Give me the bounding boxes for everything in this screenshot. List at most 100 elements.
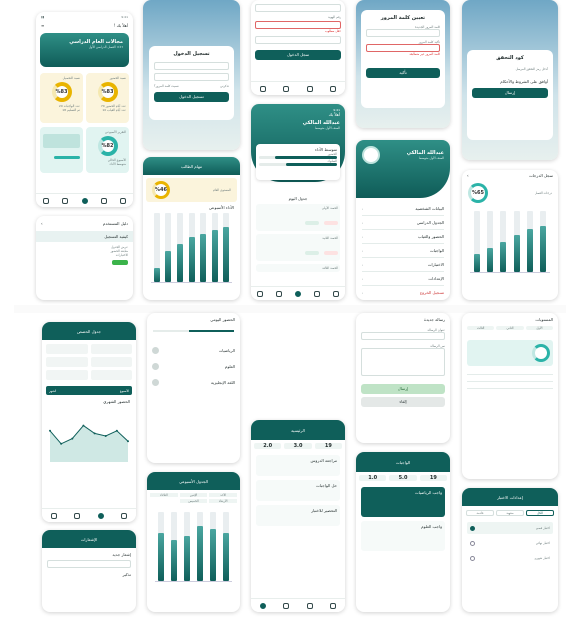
- notification-item[interactable]: إشعار جديد: [47, 552, 131, 557]
- filter-cell[interactable]: [46, 370, 88, 380]
- tab-done[interactable]: منتهية: [496, 510, 524, 516]
- login-panel: تسجيل الدخول تذكرني نسيت كلمة المرور؟ تس…: [149, 46, 234, 120]
- stat-box-attendance[interactable]: نسبة الحضور %83 عدد أيام الحضور 70 عدد أ…: [86, 73, 129, 123]
- error-input[interactable]: [255, 21, 341, 29]
- bar: [171, 539, 178, 581]
- menu-item[interactable]: الاختبارات ›: [362, 258, 444, 271]
- reset-password-screen: تعيين كلمة المرور كلمة المرور الجديدة تأ…: [356, 0, 450, 128]
- profile-icon[interactable]: [42, 197, 49, 204]
- task-item[interactable]: مراجعة الدروس: [256, 455, 340, 476]
- tab-upcoming[interactable]: قادمة: [466, 510, 494, 516]
- remember-label[interactable]: تذكرني: [220, 84, 229, 88]
- calendar-icon[interactable]: [313, 290, 320, 297]
- home-icon[interactable]: [121, 512, 128, 519]
- stat-box-weekly[interactable]: التقرير الأسبوعي %82 الأسبوع الحالي متوس…: [86, 127, 129, 173]
- calendar-icon[interactable]: [306, 602, 313, 609]
- back-icon[interactable]: ›: [467, 173, 469, 178]
- id-input[interactable]: [154, 62, 229, 70]
- filter-cell[interactable]: [46, 344, 88, 354]
- chat-icon[interactable]: [283, 602, 290, 609]
- day-cell[interactable]: الخميس: [179, 499, 208, 503]
- menu-item[interactable]: الإعدادات ›: [362, 272, 444, 285]
- cancel-button[interactable]: إلغاء: [361, 397, 445, 407]
- level-tab[interactable]: الأول: [525, 326, 553, 330]
- schedule-item[interactable]: الحصة الثانية: [256, 234, 340, 261]
- tab-month[interactable]: الشهر: [49, 389, 56, 393]
- confirm-pass-input[interactable]: [366, 44, 440, 52]
- input-field-2[interactable]: [255, 36, 341, 44]
- home-icon[interactable]: [332, 290, 339, 297]
- attendance-row[interactable]: العلوم: [152, 358, 235, 374]
- login-title: تسجيل الدخول: [173, 51, 210, 57]
- calendar-icon[interactable]: [100, 197, 107, 204]
- chat-icon[interactable]: [62, 197, 69, 204]
- profile-class: الصف الأول متوسط: [419, 156, 444, 160]
- day-cell[interactable]: الإثنين: [179, 493, 208, 497]
- body-input[interactable]: [361, 348, 445, 376]
- subject-input[interactable]: [361, 332, 445, 340]
- tab-week[interactable]: الأسبوع: [120, 389, 129, 393]
- menu-icon[interactable]: ≡: [41, 23, 44, 28]
- schedule-item[interactable]: الحصة الأولى: [256, 204, 340, 231]
- radio-icon: [470, 555, 475, 561]
- profile-icon[interactable]: [257, 290, 264, 297]
- calendar-icon[interactable]: [306, 85, 313, 92]
- homework-title: الواجبات: [395, 459, 411, 465]
- new-pass-input[interactable]: [366, 29, 440, 37]
- homework-item[interactable]: واجب الرياضيات: [361, 487, 445, 517]
- center-icon[interactable]: [259, 602, 266, 609]
- center-icon[interactable]: [97, 512, 104, 519]
- homework-item[interactable]: واجب العلوم: [361, 521, 445, 551]
- profile-icon[interactable]: [50, 512, 57, 519]
- option-row[interactable]: اختبار شهري: [467, 552, 553, 564]
- filter-cell[interactable]: [90, 357, 132, 367]
- logout-item[interactable]: تسجيل الخروج ›: [362, 286, 444, 299]
- center-icon[interactable]: [81, 197, 88, 204]
- send-button[interactable]: إرسال: [472, 88, 548, 98]
- confirm-button[interactable]: تأكيد: [366, 68, 440, 78]
- send-button[interactable]: إرسال: [361, 384, 445, 394]
- guide-item[interactable]: الاختبارات: [41, 253, 128, 257]
- guide-section[interactable]: كيفية التسجيل: [36, 231, 133, 242]
- day-cell[interactable]: الأحد: [209, 493, 237, 497]
- filter-cell[interactable]: [90, 344, 132, 354]
- level-tab[interactable]: الثالث: [467, 326, 495, 330]
- attendance-row[interactable]: الرياضيات: [152, 342, 235, 358]
- password-input[interactable]: [154, 73, 229, 81]
- menu-item[interactable]: الجدول الدراسي ›: [362, 216, 444, 229]
- filter-cell[interactable]: [46, 357, 88, 367]
- chat-icon[interactable]: [276, 290, 283, 297]
- day-cell[interactable]: الأربعاء: [209, 499, 237, 503]
- schedule-item[interactable]: الحصة الثالثة: [256, 264, 340, 272]
- task-item[interactable]: التحضير للاختبار: [256, 505, 340, 526]
- level-tab[interactable]: الثاني: [496, 326, 524, 330]
- menu-item[interactable]: الحضور والغياب ›: [362, 230, 444, 243]
- stat-box-achievement[interactable]: نسبة التحصيل %83 عدد الواجبات 20 تم التس…: [40, 73, 83, 123]
- grades-title: سجل الدرجات: [528, 173, 553, 178]
- forgot-link[interactable]: نسيت كلمة المرور؟: [154, 84, 179, 88]
- tab-all[interactable]: الكل: [526, 510, 554, 516]
- login-button[interactable]: تسجيل الدخول: [154, 92, 229, 102]
- filter-cell[interactable]: [90, 370, 132, 380]
- back-icon[interactable]: ›: [41, 221, 43, 226]
- chat-icon[interactable]: [74, 512, 81, 519]
- home-icon[interactable]: [330, 602, 337, 609]
- home-icon[interactable]: [330, 85, 337, 92]
- menu-item[interactable]: الواجبات ›: [362, 244, 444, 257]
- attendance-row[interactable]: اللغة الإنجليزية: [152, 374, 235, 390]
- chat-icon[interactable]: [283, 85, 290, 92]
- day-cell[interactable]: الثلاثاء: [150, 493, 178, 497]
- profile-icon[interactable]: [259, 85, 266, 92]
- notification-item[interactable]: تذكير: [47, 572, 131, 577]
- menu-item[interactable]: البيانات الشخصية ›: [362, 202, 444, 215]
- agree-checkbox[interactable]: أوافق على الشروط والأحكام: [472, 79, 548, 84]
- task-item[interactable]: حل الواجبات: [256, 480, 340, 501]
- option-row[interactable]: اختبار نهائي: [467, 537, 553, 549]
- notification-field[interactable]: [47, 560, 131, 568]
- center-icon[interactable]: [295, 290, 302, 297]
- home-icon[interactable]: [120, 197, 127, 204]
- option-row[interactable]: اختبار قصير: [467, 522, 553, 534]
- input-field[interactable]: [255, 4, 341, 12]
- stat-box-extra[interactable]: [40, 127, 83, 173]
- continue-button[interactable]: سجل الدخول: [255, 50, 341, 60]
